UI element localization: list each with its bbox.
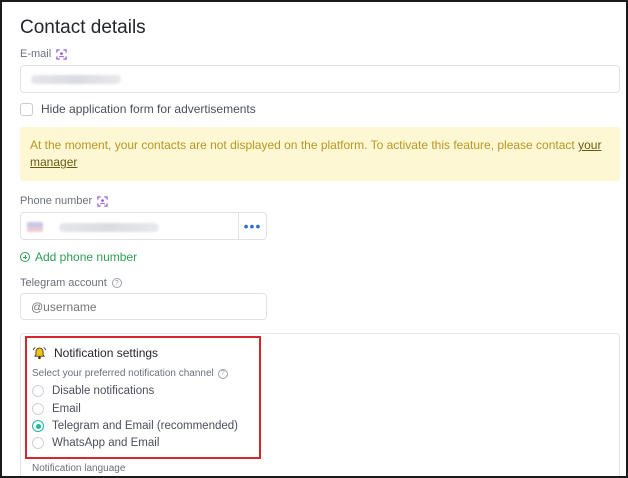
contacts-notice: At the moment, your contacts are not dis… xyxy=(20,127,620,181)
telegram-label-row: Telegram account ? xyxy=(20,277,122,289)
email-value-redacted xyxy=(31,74,121,84)
phone-value xyxy=(27,222,159,232)
help-icon[interactable]: ? xyxy=(111,278,122,288)
page-title: Contact details xyxy=(20,17,146,38)
hide-form-checkbox[interactable] xyxy=(20,102,33,116)
country-flag-icon[interactable] xyxy=(27,222,43,232)
add-phone-button[interactable]: Add phone number xyxy=(20,250,137,264)
email-label: E-mail xyxy=(20,48,52,60)
hide-form-label: Hide application form for advertisements xyxy=(41,102,256,116)
notice-text: At the moment, your contacts are not dis… xyxy=(30,138,579,152)
hide-form-row[interactable]: Hide application form for advertisements xyxy=(20,102,256,116)
phone-label-row: Phone number xyxy=(20,195,108,207)
phone-value-redacted xyxy=(59,222,159,232)
telegram-label: Telegram account xyxy=(20,277,107,289)
page-frame: Contact details E-mail Hide application … xyxy=(0,0,628,478)
phone-label: Phone number xyxy=(20,195,93,207)
scan-icon[interactable] xyxy=(97,195,108,207)
phone-more-button[interactable]: ••• xyxy=(238,213,266,239)
phone-field[interactable]: ••• xyxy=(20,212,267,240)
plus-circle-icon xyxy=(20,252,30,262)
telegram-input[interactable] xyxy=(20,293,267,320)
email-field[interactable] xyxy=(20,65,620,93)
add-phone-label: Add phone number xyxy=(35,250,138,264)
scan-icon[interactable] xyxy=(56,48,67,60)
notification-language-label: Notification language xyxy=(32,463,126,474)
highlight-box xyxy=(25,336,261,459)
email-label-row: E-mail xyxy=(20,48,67,60)
